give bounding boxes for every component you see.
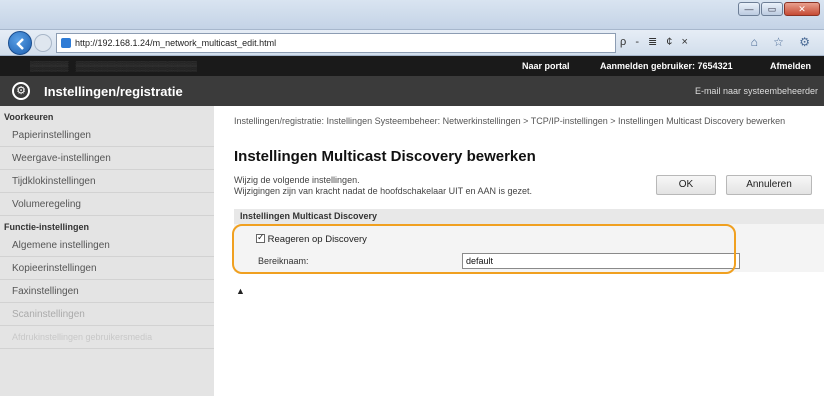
top-status-bar: ▒▒▒▒▒▒ ▒▒▒▒▒▒▒▒▒▒▒▒▒▒▒▒▒▒▒ Naar portal A… bbox=[0, 56, 824, 76]
minimize-button[interactable]: — bbox=[738, 2, 760, 16]
close-window-button[interactable]: ✕ bbox=[784, 2, 820, 16]
sidebar-item-fax[interactable]: Faxinstellingen bbox=[0, 280, 214, 303]
address-url: http://192.168.1.24/m_network_multicast_… bbox=[75, 38, 277, 48]
page-title: Instellingen Multicast Discovery bewerke… bbox=[234, 148, 536, 165]
sidebar-item-volume[interactable]: Volumeregeling bbox=[0, 193, 214, 216]
email-admin-link[interactable]: E-mail naar systeembeheerder bbox=[695, 86, 818, 96]
sidebar-item-common[interactable]: Algemene instellingen bbox=[0, 234, 214, 257]
window-controls: — ▭ ✕ bbox=[737, 2, 820, 16]
sidebar-item-media[interactable]: Afdrukinstellingen gebruikersmedia bbox=[0, 326, 214, 349]
login-user: Aanmelden gebruiker: 7654321 bbox=[600, 61, 733, 71]
back-button[interactable] bbox=[8, 31, 32, 55]
arrow-left-icon bbox=[16, 38, 24, 50]
sidebar-item-scan[interactable]: Scaninstellingen bbox=[0, 303, 214, 326]
logout-link[interactable]: Afmelden bbox=[770, 61, 811, 71]
forward-button[interactable] bbox=[34, 34, 52, 52]
highlight-outline bbox=[232, 224, 736, 274]
browser-navbar: http://192.168.1.24/m_network_multicast_… bbox=[0, 30, 824, 56]
maximize-button[interactable]: ▭ bbox=[761, 2, 783, 16]
sidebar-item-display[interactable]: Weergave-instellingen bbox=[0, 147, 214, 170]
description: Wijzig de volgende instellingen. Wijzigi… bbox=[234, 175, 532, 197]
cancel-button[interactable]: Annuleren bbox=[726, 175, 812, 195]
sidebar-item-paper[interactable]: Papierinstellingen bbox=[0, 124, 214, 147]
login-label: Aanmelden gebruiker: bbox=[600, 61, 696, 71]
sidebar-section-functions: Functie-instellingen bbox=[4, 222, 90, 232]
sidebar-section-preferences: Voorkeuren bbox=[4, 112, 54, 122]
app-title: Instellingen/registratie bbox=[44, 84, 183, 99]
settings-icon: ⚙ bbox=[12, 82, 30, 100]
login-id: 7654321 bbox=[697, 61, 733, 71]
app-header: ⚙ Instellingen/registratie E-mail naar s… bbox=[0, 76, 824, 106]
home-favorites-settings-icons[interactable]: ⌂ ☆ ⚙ bbox=[751, 35, 816, 49]
description-line-1: Wijzig de volgende instellingen. bbox=[234, 175, 360, 185]
sidebar-item-timer[interactable]: Tijdklokinstellingen bbox=[0, 170, 214, 193]
page-icon bbox=[61, 38, 71, 48]
address-bar[interactable]: http://192.168.1.24/m_network_multicast_… bbox=[56, 33, 616, 53]
portal-link[interactable]: Naar portal bbox=[522, 61, 570, 71]
back-to-top-icon[interactable]: ▲ bbox=[236, 286, 245, 296]
description-line-2: Wijzigingen zijn van kracht nadat de hoo… bbox=[234, 186, 532, 196]
sidebar: Voorkeuren Papierinstellingen Weergave-i… bbox=[0, 106, 214, 396]
ok-button[interactable]: OK bbox=[656, 175, 716, 195]
section-header: Instellingen Multicast Discovery bbox=[234, 209, 824, 224]
device-name: ▒▒▒▒▒▒ ▒▒▒▒▒▒▒▒▒▒▒▒▒▒▒▒▒▒▒ bbox=[30, 61, 197, 71]
breadcrumb: Instellingen/registratie: Instellingen S… bbox=[234, 116, 786, 126]
browser-titlebar: — ▭ ✕ bbox=[0, 0, 824, 30]
sidebar-item-copy[interactable]: Kopieerinstellingen bbox=[0, 257, 214, 280]
address-tools[interactable]: ρ - ≣ ¢ × bbox=[620, 35, 691, 48]
